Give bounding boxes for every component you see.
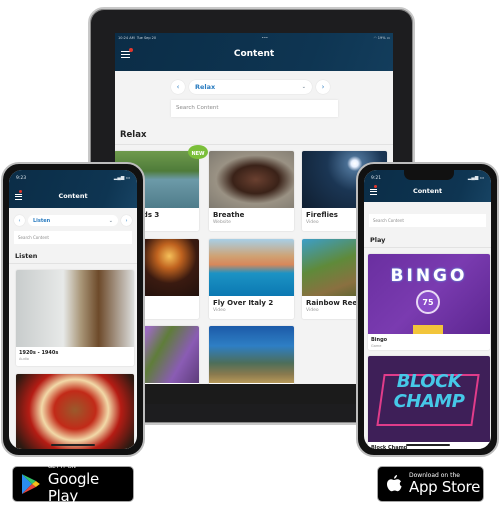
app-promo-stage: 10:24 AM Tue Sep 20 ••• ◠ 19% ▭ Content … bbox=[0, 0, 502, 512]
card-thumbnail bbox=[209, 326, 294, 383]
section-title: Listen bbox=[15, 252, 38, 260]
section-divider bbox=[364, 247, 491, 248]
signal-icon: ▂▄▆ bbox=[113, 176, 125, 181]
card-type: Video bbox=[213, 308, 226, 313]
chevron-left-icon: ‹ bbox=[18, 217, 21, 224]
tablet-bottom-bezel bbox=[115, 384, 393, 404]
page-title: Content bbox=[58, 192, 88, 200]
content-card[interactable]: Breathe Website bbox=[209, 151, 294, 231]
card-thumbnail: BINGO 75 bbox=[368, 254, 490, 334]
logo-line-1: BLOCK bbox=[396, 371, 462, 392]
apple-icon bbox=[387, 474, 402, 491]
prev-category-button[interactable]: ‹ bbox=[171, 80, 185, 94]
section-title: Play bbox=[370, 236, 386, 244]
search-input[interactable]: Search Content bbox=[369, 214, 486, 227]
next-category-button[interactable]: › bbox=[316, 80, 330, 94]
chevron-down-icon: ⌄ bbox=[301, 84, 306, 90]
google-play-icon bbox=[21, 474, 40, 494]
battery-percent: 19% bbox=[377, 36, 386, 40]
prev-category-button[interactable]: ‹ bbox=[14, 215, 25, 226]
phone-notch bbox=[404, 170, 454, 180]
badge-big-text: Google Play bbox=[47, 469, 99, 505]
card-title: 1920s - 1940s bbox=[19, 350, 59, 356]
signal-icon: ▂▄▆ bbox=[467, 176, 479, 181]
search-input[interactable]: Search Content bbox=[171, 100, 338, 117]
status-bar: 10:24 AM Tue Sep 20 ••• ◠ 19% ▭ bbox=[115, 33, 393, 43]
battery-icon: ▭ bbox=[479, 176, 484, 181]
app-header: 10:24 AM Tue Sep 20 ••• ◠ 19% ▭ Content bbox=[115, 33, 393, 71]
category-select[interactable]: Listen ⌄ bbox=[28, 215, 118, 226]
card-thumbnail: BLOCK CHAMP bbox=[368, 356, 490, 442]
card-title: Bingo bbox=[371, 337, 388, 343]
category-select-value: Listen bbox=[33, 217, 51, 224]
card-type: Game bbox=[371, 344, 382, 348]
bingo-ball: 75 bbox=[416, 290, 440, 314]
status-bar: 9:23 ▂▄▆ ▭ bbox=[16, 176, 130, 181]
chevron-right-icon: › bbox=[125, 217, 128, 224]
bingo-stand bbox=[413, 325, 443, 334]
chevron-right-icon: › bbox=[321, 83, 325, 91]
card-type: Audio bbox=[19, 357, 29, 361]
home-indicator[interactable] bbox=[405, 444, 450, 446]
bingo-logo-text: BINGO bbox=[390, 266, 468, 286]
category-select[interactable]: Relax ⌄ bbox=[189, 80, 312, 94]
phone-left-device: 9:23 ▂▄▆ ▭ Content ‹ Listen ⌄ › Search C… bbox=[1, 162, 145, 457]
card-thumbnail bbox=[209, 151, 294, 208]
app-header: 9:23 ▂▄▆ ▭ Content bbox=[9, 170, 137, 208]
section-divider bbox=[115, 144, 393, 145]
battery-icon: ▭ bbox=[125, 176, 130, 181]
content-card[interactable]: BLOCK CHAMP Block Champ bbox=[368, 356, 490, 449]
tablet-screen: 10:24 AM Tue Sep 20 ••• ◠ 19% ▭ Content … bbox=[115, 33, 393, 404]
chevron-down-icon: ⌄ bbox=[108, 217, 113, 224]
section-divider bbox=[9, 263, 137, 264]
page-title: Content bbox=[233, 49, 275, 59]
search-input[interactable]: Search Content bbox=[14, 231, 132, 244]
status-time: 9:21 bbox=[371, 176, 382, 181]
status-time: 9:23 bbox=[16, 176, 27, 181]
status-date: Tue Sep 20 bbox=[136, 36, 157, 40]
card-thumbnail bbox=[16, 270, 134, 347]
category-select-value: Relax bbox=[195, 83, 216, 91]
google-play-badge[interactable]: GET IT ON Google Play bbox=[12, 464, 134, 505]
chevron-left-icon: ‹ bbox=[176, 83, 180, 91]
phone-left-screen: 9:23 ▂▄▆ ▭ Content ‹ Listen ⌄ › Search C… bbox=[9, 170, 137, 449]
status-time: 10:24 AM bbox=[118, 36, 135, 40]
battery-icon: ▭ bbox=[386, 36, 390, 40]
block-champ-logo-text: BLOCK CHAMP bbox=[368, 372, 490, 412]
phone-right-device: 9:21 ▂▄▆ ▭ Content Search Content Play B… bbox=[356, 162, 499, 457]
home-indicator[interactable] bbox=[51, 444, 95, 446]
category-nav: ‹ Relax ⌄ › bbox=[171, 80, 330, 94]
card-type: Website bbox=[213, 220, 231, 225]
phone-right-screen: 9:21 ▂▄▆ ▭ Content Search Content Play B… bbox=[364, 170, 491, 449]
multitask-dots[interactable]: ••• bbox=[262, 36, 268, 40]
app-store-badge[interactable]: Download on the App Store bbox=[377, 466, 484, 502]
next-category-button[interactable]: › bbox=[121, 215, 132, 226]
content-card[interactable]: BINGO 75 Bingo Game bbox=[368, 254, 490, 350]
card-title: Breathe bbox=[213, 211, 245, 219]
content-card[interactable] bbox=[16, 374, 134, 449]
new-badge: NEW bbox=[188, 145, 208, 159]
category-nav: ‹ Listen ⌄ › bbox=[14, 215, 132, 226]
badge-big-text: App Store bbox=[409, 478, 481, 496]
content-card[interactable]: Fly Over Italy 2 Video bbox=[209, 239, 294, 319]
card-thumbnail bbox=[209, 239, 294, 296]
card-thumbnail bbox=[16, 374, 134, 449]
card-title: Fly Over Italy 2 bbox=[213, 299, 274, 307]
logo-line-2: CHAMP bbox=[393, 391, 465, 412]
content-card[interactable]: 1920s - 1940s Audio bbox=[16, 270, 134, 366]
page-title: Content bbox=[412, 187, 443, 195]
section-title: Relax bbox=[120, 130, 147, 140]
